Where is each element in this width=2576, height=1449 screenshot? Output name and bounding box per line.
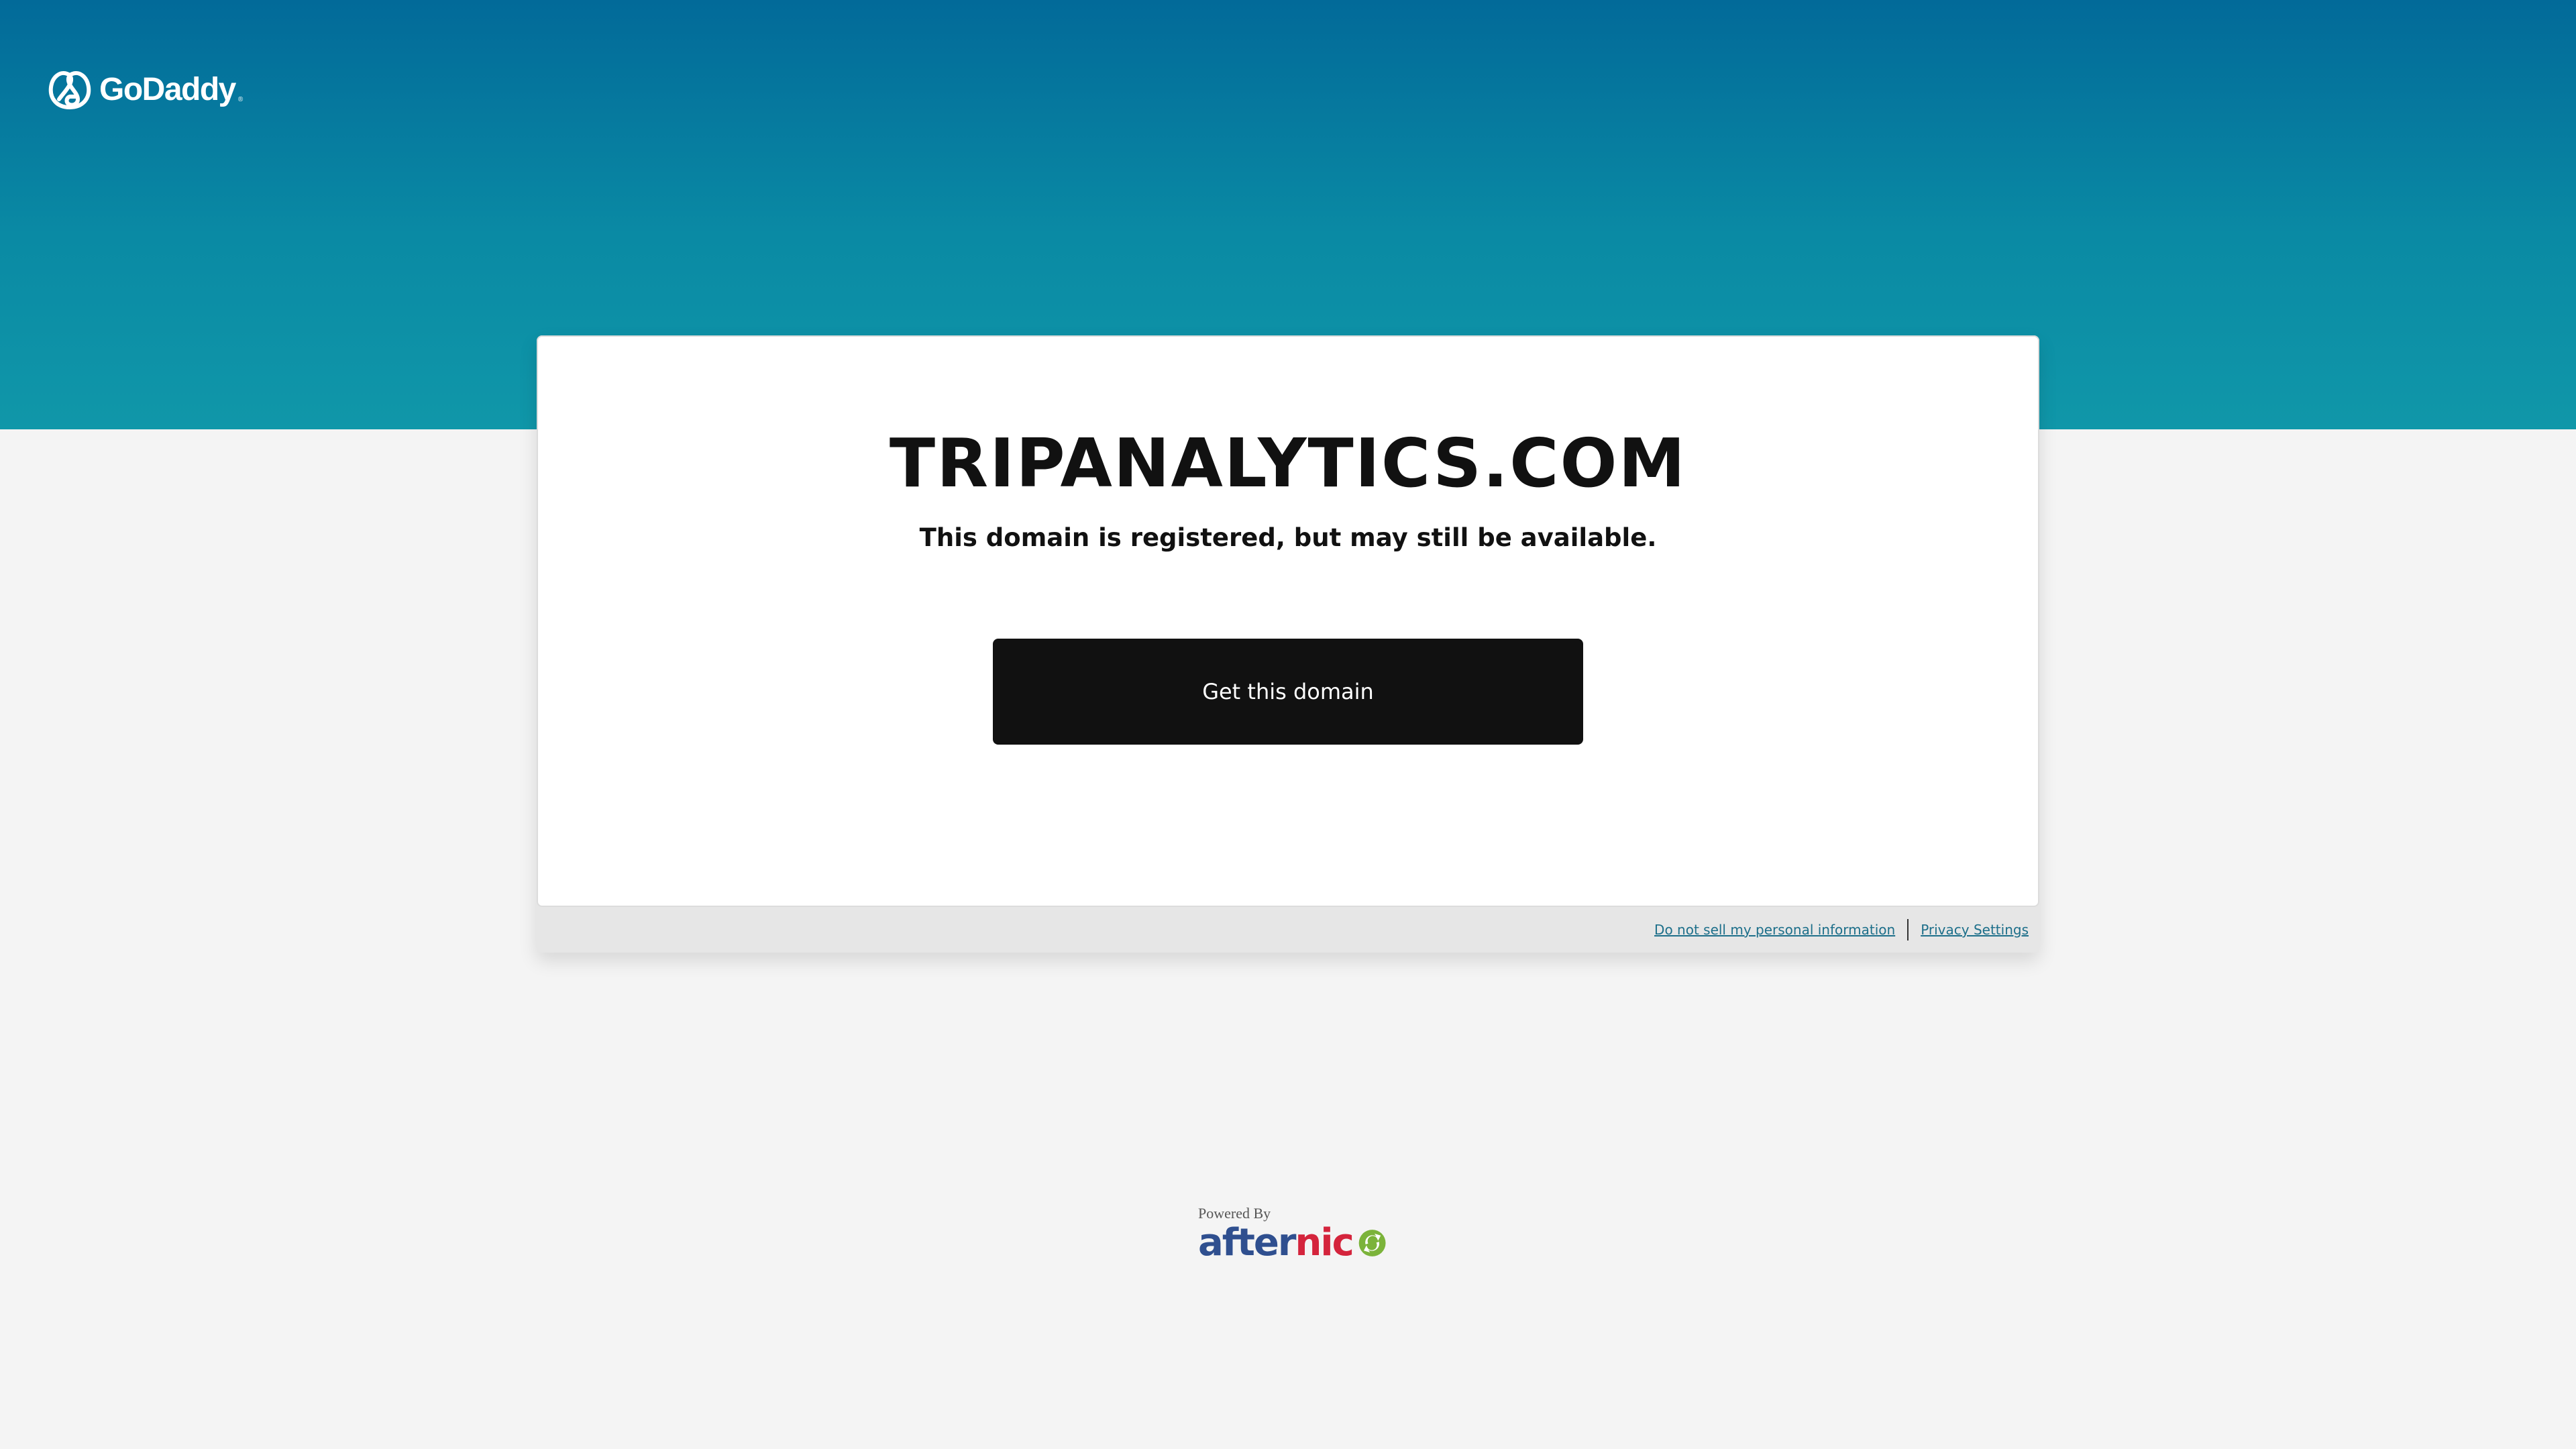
godaddy-logo[interactable]: GoDaddy ® — [47, 68, 243, 110]
domain-status-text: This domain is registered, but may still… — [919, 523, 1657, 552]
get-domain-button[interactable]: Get this domain — [993, 639, 1583, 745]
afternic-nic-text: nic — [1295, 1221, 1354, 1265]
logo-trademark: ® — [237, 96, 244, 103]
powered-by-afternic[interactable]: Powered By afternic — [1198, 1206, 1386, 1264]
privacy-settings-link[interactable]: Privacy Settings — [1921, 922, 2029, 938]
footer-links: Do not sell my personal information Priv… — [1654, 919, 2029, 941]
domain-name-title: TRIPANALYTICS.COM — [889, 424, 1687, 502]
godaddy-logo-icon — [48, 71, 91, 109]
afternic-after-text: after — [1198, 1221, 1297, 1265]
logo-text: GoDaddy — [99, 71, 236, 107]
afternic-logo: afternic — [1198, 1222, 1386, 1264]
footer-divider — [1907, 919, 1909, 941]
domain-card: TRIPANALYTICS.COM This domain is registe… — [537, 335, 2039, 907]
afternic-wordmark: afternic — [1198, 1221, 1354, 1265]
do-not-sell-link[interactable]: Do not sell my personal information — [1654, 922, 1895, 938]
powered-by-label: Powered By — [1198, 1205, 1271, 1222]
domain-card-container: TRIPANALYTICS.COM This domain is registe… — [537, 335, 2039, 953]
afternic-icon — [1358, 1230, 1386, 1256]
